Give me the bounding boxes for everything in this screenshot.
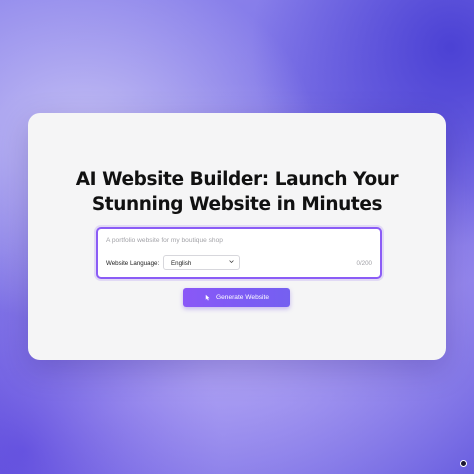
builder-card: AI Website Builder: Launch Your Stunning…	[28, 113, 446, 360]
generate-website-label: Generate Website	[215, 294, 270, 301]
website-language-value: English	[171, 259, 192, 267]
chevron-down-icon	[229, 260, 234, 263]
website-description-input[interactable]	[106, 233, 368, 247]
website-language-label: Website Language:	[106, 260, 160, 267]
pointer-icon	[205, 294, 210, 301]
character-counter: 0/200	[356, 260, 372, 267]
corner-badge-icon	[460, 460, 467, 467]
page-title: AI Website Builder: Launch Your Stunning…	[28, 167, 446, 217]
prompt-panel: Website Language: English 0/200	[96, 227, 382, 279]
website-language-select[interactable]: English	[163, 255, 240, 270]
page-title-line-1: AI Website Builder: Launch Your	[75, 169, 399, 190]
generate-website-button[interactable]: Generate Website	[183, 288, 290, 307]
page-title-line-2: Stunning Website in Minutes	[91, 194, 383, 215]
